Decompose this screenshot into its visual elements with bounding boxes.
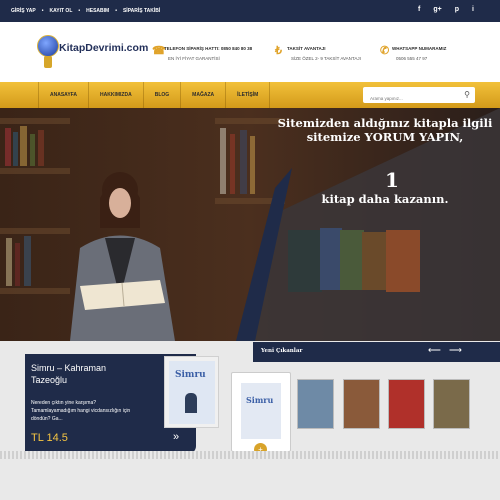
top-bar: GİRİŞ YAP • KAYIT OL • HESABIM • SİPARİŞ…	[0, 0, 500, 22]
book-cover: Simru	[241, 383, 281, 439]
separator: •	[115, 8, 117, 14]
book-thumbnail[interactable]	[297, 379, 334, 429]
site-logo[interactable]: KitapDevrimi.com	[37, 35, 149, 75]
nav-item-home[interactable]: ANASAYFA	[38, 82, 90, 108]
selected-book[interactable]: Simru +	[231, 372, 291, 456]
social-links: f g+ p i	[418, 6, 474, 13]
order-tracking-link[interactable]: SİPARİŞ TAKİBİ	[123, 8, 160, 14]
decorative-stripe	[0, 451, 500, 459]
book-thumbnail[interactable]	[343, 379, 380, 429]
facebook-icon[interactable]: f	[418, 6, 420, 13]
nav-item-about[interactable]: HAKKIMIZDA	[89, 82, 144, 108]
search-icon[interactable]: ⚲	[464, 90, 470, 99]
register-link[interactable]: KAYIT OL	[50, 8, 73, 14]
silhouette-image	[185, 393, 197, 413]
nav-item-store[interactable]: MAĞAZA	[181, 82, 227, 108]
google-plus-icon[interactable]: g+	[433, 6, 441, 13]
arrow-right-icon[interactable]: ⟶	[449, 345, 462, 356]
hero-headline: Sitemizden aldığınız kitapla ilgili site…	[277, 116, 493, 144]
bottom-section: Simru – Kahraman Tazeoğlu Nereden çıktın…	[0, 341, 500, 500]
separator: •	[41, 8, 44, 14]
login-link[interactable]: GİRİŞ YAP	[11, 8, 36, 14]
arrow-left-icon[interactable]: ⟵	[428, 345, 441, 356]
featured-book-card[interactable]: Simru – Kahraman Tazeoğlu Nereden çıktın…	[25, 354, 219, 454]
book-thumbnail[interactable]	[433, 379, 470, 429]
logo-text: KitapDevrimi.com	[59, 42, 149, 54]
featured-description: Nereden çıktın yine karşıma? Tamamlayama…	[31, 400, 131, 422]
pinterest-icon[interactable]: p	[455, 6, 459, 13]
logo-stand	[44, 56, 52, 68]
nav-item-blog[interactable]: BLOG	[144, 82, 182, 108]
account-link[interactable]: HESABIM	[86, 8, 109, 14]
featured-book-cover[interactable]: Simru	[164, 356, 219, 428]
new-releases-title: Yeni Çıkanlar	[261, 348, 303, 354]
featured-title[interactable]: Simru – Kahraman Tazeoğlu	[31, 362, 121, 386]
book-thumbnail[interactable]	[388, 379, 425, 429]
globe-icon	[37, 35, 59, 57]
hero-number: 1	[385, 168, 399, 192]
separator: •	[78, 8, 81, 14]
lira-icon: ₺	[275, 45, 282, 57]
main-nav: ANASAYFA HAKKIMIZDA BLOG MAĞAZA İLETİŞİM…	[0, 82, 500, 108]
double-chevron-right-icon[interactable]: »	[173, 431, 179, 443]
instagram-icon[interactable]: i	[472, 6, 474, 13]
featured-price: TL 14.5	[31, 432, 68, 444]
search-input[interactable]	[363, 90, 453, 107]
hero-subline: kitap daha kazanın.	[321, 192, 449, 206]
nav-item-contact[interactable]: İLETİŞİM	[226, 82, 271, 108]
account-links: GİRİŞ YAP • KAYIT OL • HESABIM • SİPARİŞ…	[11, 8, 160, 14]
new-releases-header: Yeni Çıkanlar ⟵ ⟶	[253, 342, 500, 362]
hero-banner[interactable]: Sitemizden aldığınız kitapla ilgili site…	[0, 108, 500, 341]
site-header: KitapDevrimi.com ☎ TELEFON SİPARİŞ HATTI…	[0, 22, 500, 82]
search-box: ⚲	[363, 87, 475, 107]
whatsapp-icon: ✆	[380, 45, 390, 57]
